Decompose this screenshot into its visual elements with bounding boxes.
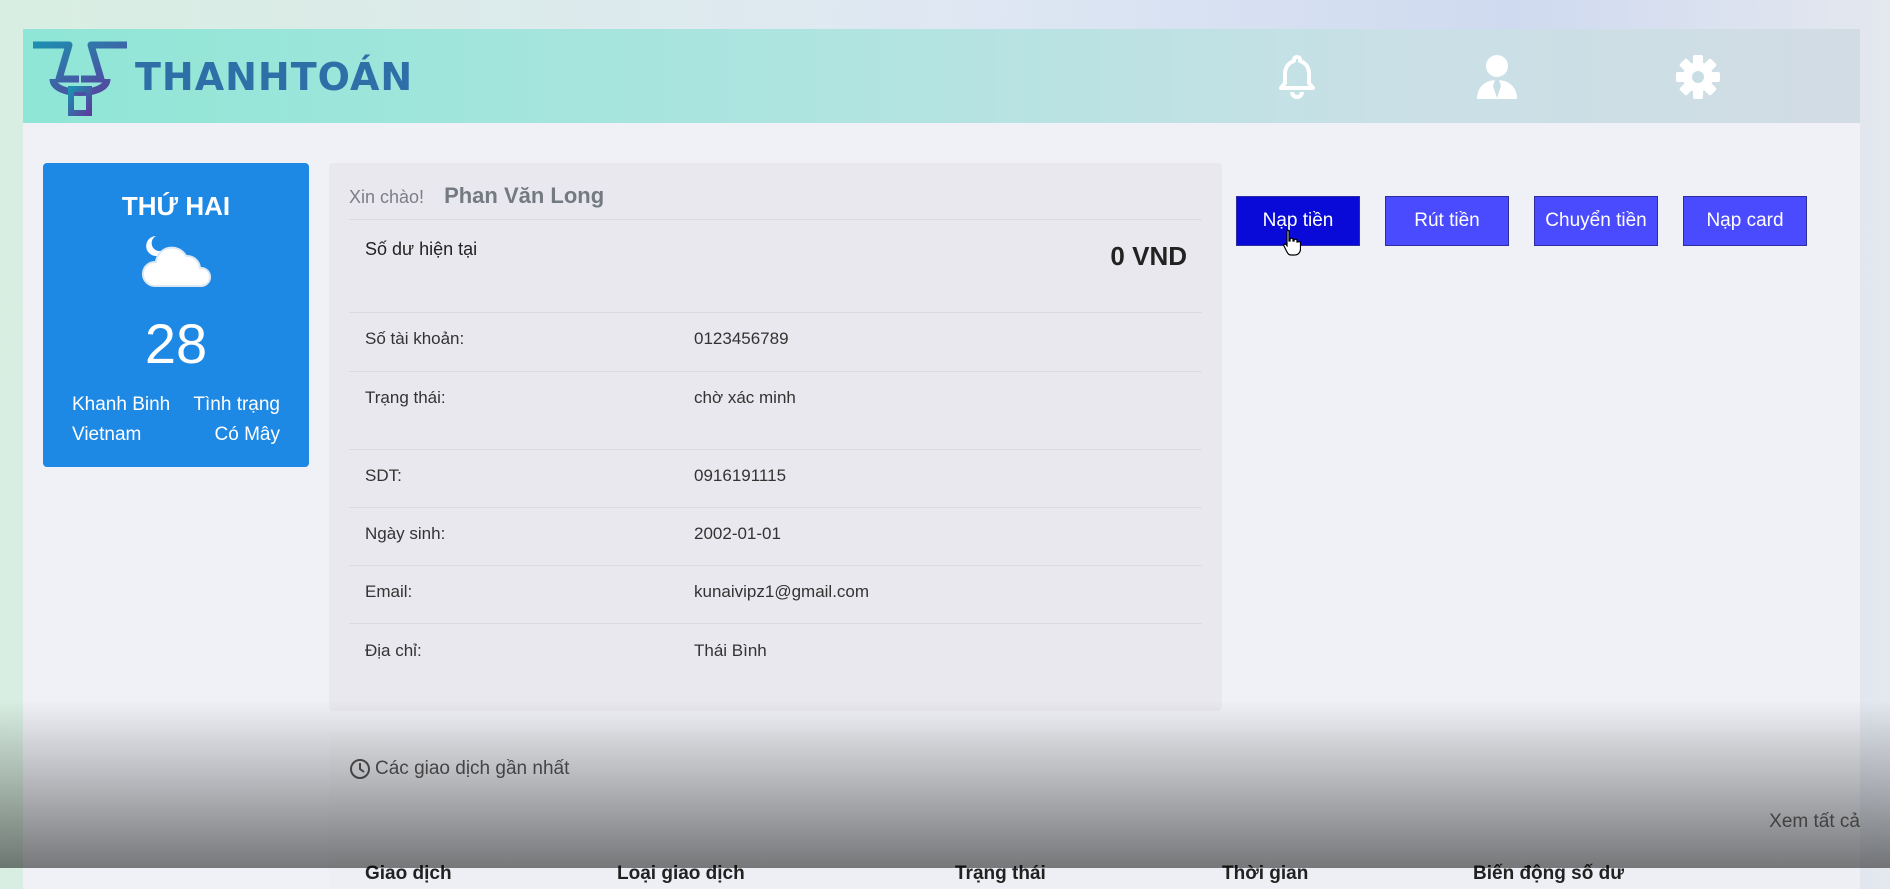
account-number-label: Số tài khoản: xyxy=(365,329,465,348)
transfer-button[interactable]: Chuyển tiền xyxy=(1534,196,1658,246)
user-name: Phan Văn Long xyxy=(444,183,605,208)
divider xyxy=(349,219,1202,220)
gear-icon[interactable] xyxy=(1674,53,1722,101)
birthdate-label: Ngày sinh: xyxy=(365,524,446,543)
top-header: THANHTOÁN xyxy=(23,29,1860,123)
app-window: THANHTOÁN THỨ HAI 28 Khanh Binh Tình trạ… xyxy=(23,29,1860,889)
column-header[interactable]: Giao dịch xyxy=(365,863,452,885)
bell-icon[interactable] xyxy=(1273,53,1321,101)
phone-value: 0916191115 xyxy=(694,466,787,485)
address-value: Thái Bình xyxy=(694,641,767,660)
weather-country: Vietnam xyxy=(72,424,142,445)
account-number-value: 0123456789 xyxy=(694,329,789,348)
phone-label: SDT: xyxy=(365,466,402,485)
logo-mark-icon xyxy=(33,41,127,116)
address-label: Địa chỉ: xyxy=(365,641,422,660)
column-header[interactable]: Trạng thái xyxy=(955,863,1046,885)
weather-day: THỨ HAI xyxy=(121,191,231,221)
email-value: kunaivipz1@gmail.com xyxy=(694,582,870,601)
divider xyxy=(349,449,1202,450)
status-label: Trạng thái: xyxy=(365,388,446,407)
transactions-title-text: Các giao dịch gần nhất xyxy=(375,758,570,779)
weather-status-value: Có Mây xyxy=(214,424,280,445)
column-header[interactable]: Biến động số dư xyxy=(1473,863,1624,885)
account-card: Xin chào! Phan Văn Long Số dư hiện tại 0… xyxy=(329,163,1222,711)
clock-icon xyxy=(350,759,370,779)
recent-transactions: Các giao dịch gần nhất Xem tất cả Giao d… xyxy=(329,733,1860,889)
column-header[interactable]: Loại giao dịch xyxy=(617,863,745,885)
divider xyxy=(349,312,1202,313)
user-icon[interactable] xyxy=(1473,53,1521,101)
divider xyxy=(349,623,1202,624)
email-label: Email: xyxy=(365,582,413,601)
divider xyxy=(349,507,1202,508)
greeting-text: Xin chào! xyxy=(349,187,425,207)
weather-status-label: Tình trạng xyxy=(193,394,280,415)
night-cloud-icon xyxy=(142,236,211,287)
logo-text: THANHTOÁN xyxy=(135,55,414,99)
divider xyxy=(349,565,1202,566)
card-topup-button[interactable]: Nạp card xyxy=(1683,196,1807,246)
transactions-title: Các giao dịch gần nhất xyxy=(349,758,569,780)
birthdate-value: 2002-01-01 xyxy=(694,524,781,543)
status-value: chờ xác minh xyxy=(694,388,796,407)
deposit-button[interactable]: Nạp tiền xyxy=(1236,196,1360,246)
balance-value: 0 VND xyxy=(1110,241,1187,271)
weather-city: Khanh Binh xyxy=(72,394,171,415)
divider xyxy=(349,371,1202,372)
balance-label: Số dư hiện tại xyxy=(365,239,478,259)
weather-widget: THỨ HAI 28 Khanh Binh Tình trạng Vietnam… xyxy=(43,163,309,467)
withdraw-button[interactable]: Rút tiền xyxy=(1385,196,1509,246)
logo[interactable]: THANHTOÁN xyxy=(29,37,413,117)
weather-temperature: 28 xyxy=(144,312,208,375)
greeting: Xin chào! Phan Văn Long xyxy=(349,183,604,209)
column-header[interactable]: Thời gian xyxy=(1222,863,1308,885)
see-all-link[interactable]: Xem tất cả xyxy=(1769,811,1860,833)
